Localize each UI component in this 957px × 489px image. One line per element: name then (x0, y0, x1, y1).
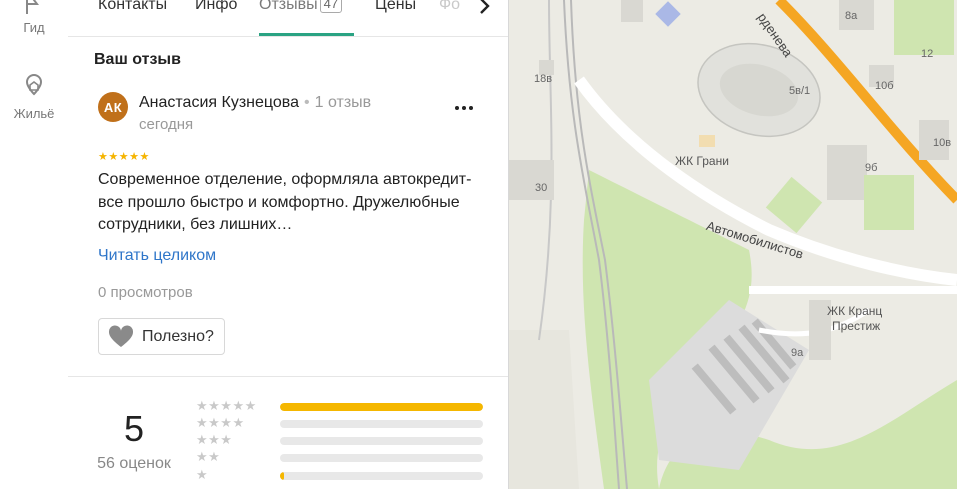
map-label-grani[interactable]: ЖК Грани (675, 154, 729, 168)
map-house-number: 9б (865, 162, 878, 174)
rail-item-housing[interactable]: Жильё (0, 72, 68, 121)
rating-value: 5 (123, 408, 145, 449)
views-count: 0 просмотров (98, 284, 193, 301)
review-stars: ★★★★★ (98, 151, 150, 163)
rail-item-label: Гид (23, 20, 45, 35)
rating-count: 56 оценок (97, 455, 171, 472)
review-author: Анастасия Кузнецова • 1 отзыв (139, 94, 371, 112)
guide-icon (26, 0, 39, 14)
avatar[interactable]: АК (98, 92, 128, 122)
rating-bar-fill (280, 472, 285, 480)
rail-item-guide[interactable]: Гид (0, 0, 68, 35)
review-count-badge: 47 (319, 0, 343, 13)
left-rail: Гид Жильё (0, 0, 69, 489)
author-review-count: 1 отзыв (314, 94, 372, 111)
tab-photos[interactable]: Фо (439, 0, 460, 14)
tab-prices[interactable]: Цены (375, 0, 416, 14)
map-house-number: 9а (791, 347, 804, 359)
more-options-icon[interactable] (451, 100, 477, 116)
map-house-number: 5в/1 (789, 85, 811, 97)
rating-bar-track (280, 403, 483, 411)
map-label-kranz[interactable]: ЖК Кранц (827, 304, 882, 318)
useful-button[interactable]: Полезно? (98, 318, 225, 355)
map-house-number: 30 (535, 182, 548, 194)
tab-reviews[interactable]: Отзывы 47 (259, 0, 343, 14)
useful-label: Полезно? (142, 327, 214, 345)
place-panel: Контакты Инфо Отзывы 47 Цены Фо Ваш отзыв… (68, 0, 509, 489)
rating-row-stars: ★★★ (196, 432, 233, 447)
divider (68, 376, 508, 377)
author-name[interactable]: Анастасия Кузнецова (139, 94, 299, 111)
map-house-number: 18в (534, 73, 553, 85)
active-tab-indicator (259, 33, 354, 36)
rating-bar-track (280, 420, 483, 428)
rating-row-stars: ★★ (196, 449, 221, 464)
tab-bar: Контакты Инфо Отзывы 47 Цены Фо (68, 0, 508, 37)
review-date: сегодня (139, 116, 194, 133)
tab-label: Отзывы (259, 0, 318, 13)
heart-icon (108, 324, 134, 347)
chevron-right-icon[interactable] (472, 0, 496, 18)
map-house-number: 10б (875, 80, 894, 92)
review-text: Современное отделение, оформляла автокре… (98, 171, 472, 233)
map-house-number: 12 (921, 48, 934, 60)
tab-contacts[interactable]: Контакты (98, 0, 167, 14)
section-title: Ваш отзыв (94, 51, 181, 68)
rating-row-stars: ★★★★★ (196, 398, 257, 413)
housing-icon (25, 73, 43, 96)
rating-bar-track (280, 454, 483, 462)
map-house-number: 8а (845, 10, 858, 22)
rating-bar-fill (280, 403, 483, 411)
rating-bar-track (280, 472, 483, 480)
tab-info[interactable]: Инфо (195, 0, 237, 14)
map-canvas (509, 0, 957, 489)
rail-item-label: Жильё (13, 106, 55, 121)
separator-dot: • (304, 94, 310, 111)
map[interactable]: ЖК Грани Автомобилистов рденева ЖК Кранц… (509, 0, 957, 489)
rating-row-stars: ★ (196, 467, 209, 482)
map-house-number: 10в (933, 137, 952, 149)
rating-row-stars: ★★★★ (196, 415, 245, 430)
map-label-prestige[interactable]: Престиж (832, 319, 880, 333)
rating-bar-track (280, 437, 483, 445)
read-more-link[interactable]: Читать целиком (98, 247, 216, 265)
